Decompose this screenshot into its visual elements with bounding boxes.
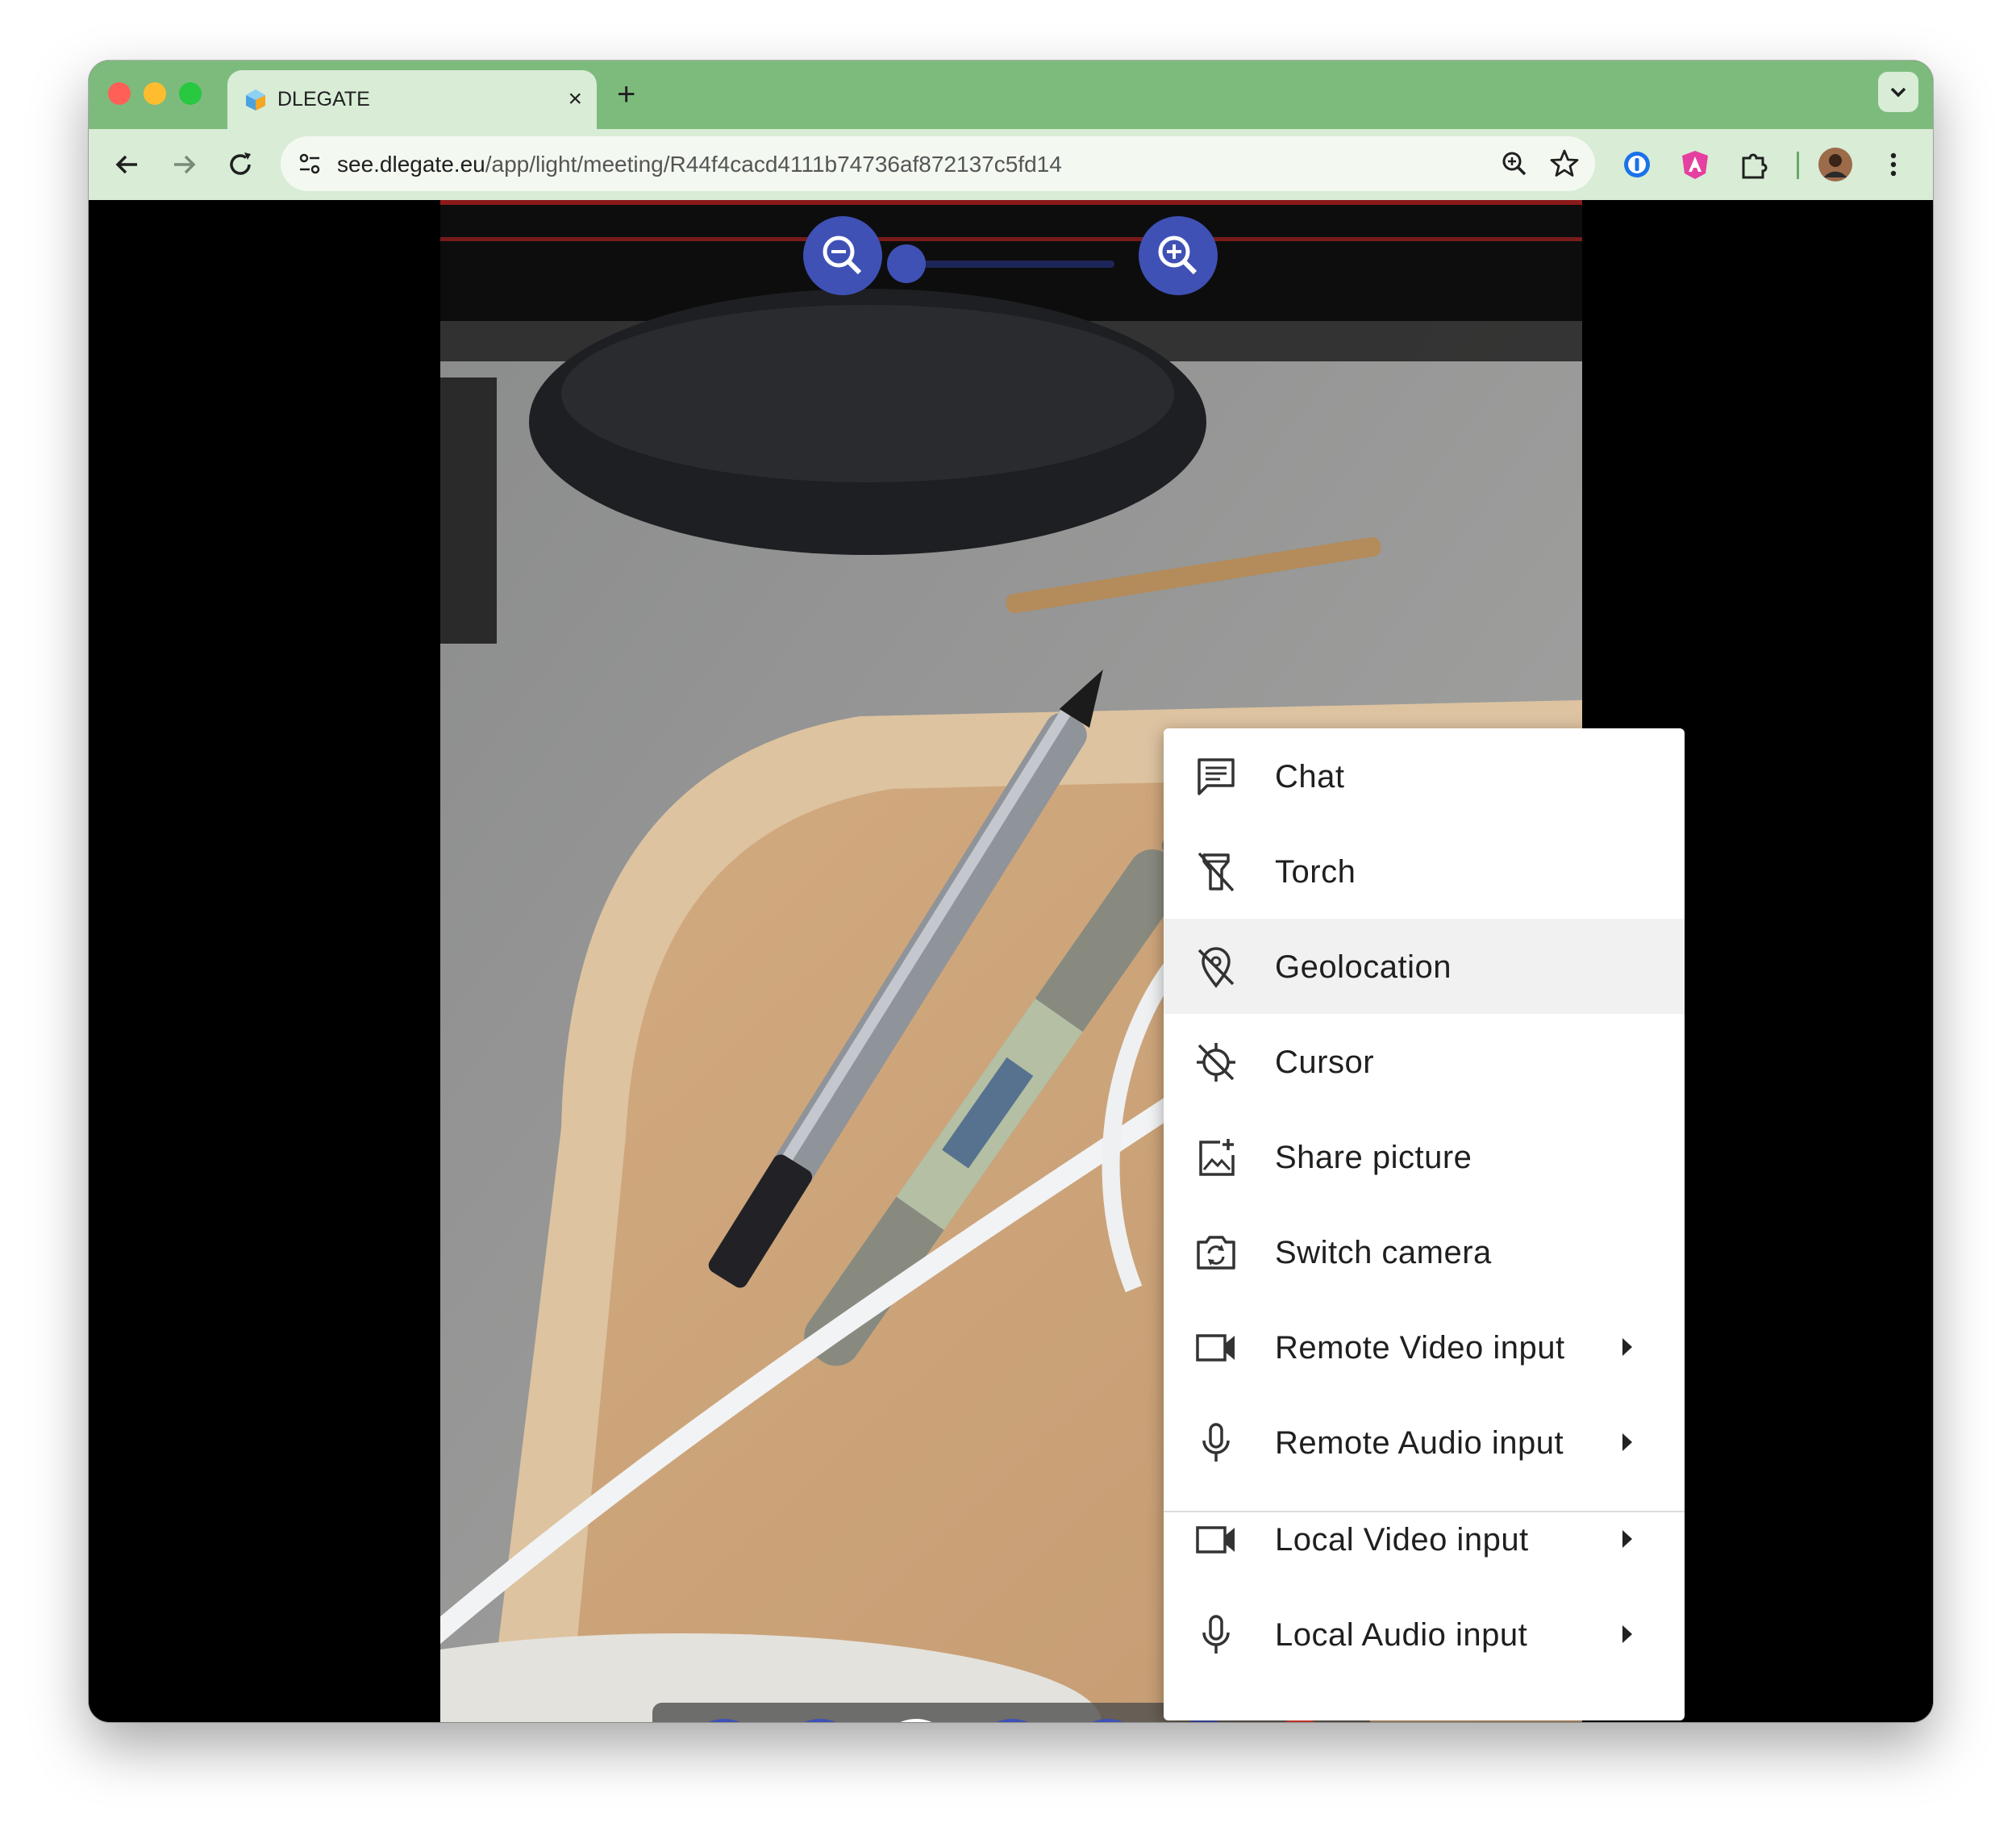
chevron-down-icon bbox=[1890, 87, 1906, 98]
tab-dlegate[interactable]: DLEGATE × bbox=[227, 70, 597, 129]
url-path: /app/light/meeting/R44f4cacd4111b74736af… bbox=[485, 152, 1062, 177]
videocam-icon bbox=[1196, 1334, 1235, 1362]
mic-icon bbox=[1202, 1423, 1230, 1462]
password-manager-extension-icon[interactable] bbox=[1621, 148, 1653, 181]
menu-item-label: Geolocation bbox=[1275, 949, 1452, 985]
browser-toolbar: see.dlegate.eu/app/light/meeting/R44f4ca… bbox=[89, 129, 1933, 200]
close-window-button[interactable] bbox=[108, 82, 131, 105]
menu-item-label: Local Audio input bbox=[1275, 1617, 1528, 1653]
new-tab-button[interactable]: + bbox=[617, 77, 635, 112]
back-icon[interactable] bbox=[110, 147, 145, 182]
address-bar[interactable]: see.dlegate.eu/app/light/meeting/R44f4ca… bbox=[281, 136, 1595, 191]
menu-item-geolocation[interactable]: Geolocation bbox=[1164, 919, 1685, 1014]
site-settings-icon[interactable] bbox=[295, 149, 324, 178]
reload-icon[interactable] bbox=[223, 147, 258, 182]
menu-item-label: Switch camera bbox=[1275, 1235, 1492, 1270]
menu-item-local-video-input[interactable]: Local Video input bbox=[1164, 1491, 1685, 1587]
zoom-out-icon bbox=[823, 236, 862, 275]
menu-item-torch[interactable]: Torch bbox=[1164, 824, 1685, 919]
menu-item-cursor[interactable]: Cursor bbox=[1164, 1014, 1685, 1109]
tab-search-button[interactable] bbox=[1878, 72, 1918, 112]
videocam-icon bbox=[1196, 1526, 1235, 1553]
zoom-in-icon bbox=[1158, 236, 1198, 275]
submenu-arrow-icon bbox=[1622, 1433, 1632, 1451]
submenu-arrow-icon bbox=[1622, 1530, 1632, 1548]
url-text: see.dlegate.eu/app/light/meeting/R44f4ca… bbox=[337, 151, 1062, 178]
dlegate-favicon-icon bbox=[246, 90, 265, 111]
more-options-menu: Chat Torch Geolocation Cursor Share pict… bbox=[1164, 728, 1685, 1720]
menu-item-chat[interactable]: Chat bbox=[1164, 728, 1685, 824]
menu-item-label: Share picture bbox=[1275, 1140, 1472, 1175]
maximize-window-button[interactable] bbox=[179, 82, 202, 105]
torch-off-icon bbox=[1198, 852, 1235, 892]
extensions-puzzle-icon[interactable] bbox=[1737, 148, 1769, 181]
forward-icon[interactable] bbox=[166, 147, 202, 182]
tab-strip: DLEGATE × + bbox=[89, 60, 1933, 129]
minimize-window-button[interactable] bbox=[144, 82, 166, 105]
menu-item-label: Remote Video input bbox=[1275, 1330, 1565, 1366]
zoom-slider-track[interactable] bbox=[897, 261, 1114, 268]
toolbar-divider bbox=[1797, 152, 1799, 179]
browser-window: DLEGATE × + see.dlegate.eu/app/light/mee… bbox=[89, 60, 1933, 1722]
meeting-view: Chat Torch Geolocation Cursor Share pict… bbox=[89, 200, 1933, 1722]
zoom-out-button[interactable] bbox=[803, 216, 882, 295]
add-photo-icon bbox=[1199, 1139, 1235, 1176]
switch-camera-icon bbox=[1197, 1236, 1235, 1270]
menu-item-label: Torch bbox=[1275, 854, 1356, 890]
menu-item-label: Cursor bbox=[1275, 1045, 1375, 1080]
gps-off-icon bbox=[1197, 1043, 1235, 1082]
zoom-in-button[interactable] bbox=[1139, 216, 1218, 295]
menu-item-label: Remote Audio input bbox=[1275, 1425, 1564, 1461]
menu-item-remote-audio-input[interactable]: Remote Audio input bbox=[1164, 1395, 1685, 1490]
menu-item-label: Chat bbox=[1275, 759, 1345, 794]
tab-close-icon[interactable]: × bbox=[568, 85, 582, 114]
bookmark-star-icon[interactable] bbox=[1548, 148, 1581, 180]
submenu-arrow-icon bbox=[1622, 1625, 1632, 1643]
zoom-icon[interactable] bbox=[1498, 148, 1531, 180]
tab-title: DLEGATE bbox=[277, 88, 370, 111]
browser-menu-icon[interactable] bbox=[1877, 148, 1910, 181]
menu-item-label: Local Video input bbox=[1275, 1522, 1529, 1558]
submenu-arrow-icon bbox=[1622, 1338, 1632, 1356]
profile-avatar-icon[interactable] bbox=[1818, 147, 1853, 182]
chat-icon bbox=[1198, 758, 1235, 795]
mic-icon bbox=[1202, 1615, 1230, 1654]
menu-item-remote-video-input[interactable]: Remote Video input bbox=[1164, 1299, 1685, 1395]
menu-item-share-picture[interactable]: Share picture bbox=[1164, 1109, 1685, 1204]
angular-devtools-extension-icon[interactable] bbox=[1679, 148, 1711, 181]
url-host: see.dlegate.eu bbox=[337, 152, 485, 177]
location-off-icon bbox=[1198, 947, 1235, 988]
zoom-slider-thumb[interactable] bbox=[887, 244, 926, 283]
menu-item-local-audio-input[interactable]: Local Audio input bbox=[1164, 1587, 1685, 1682]
menu-item-switch-camera[interactable]: Switch camera bbox=[1164, 1204, 1685, 1299]
